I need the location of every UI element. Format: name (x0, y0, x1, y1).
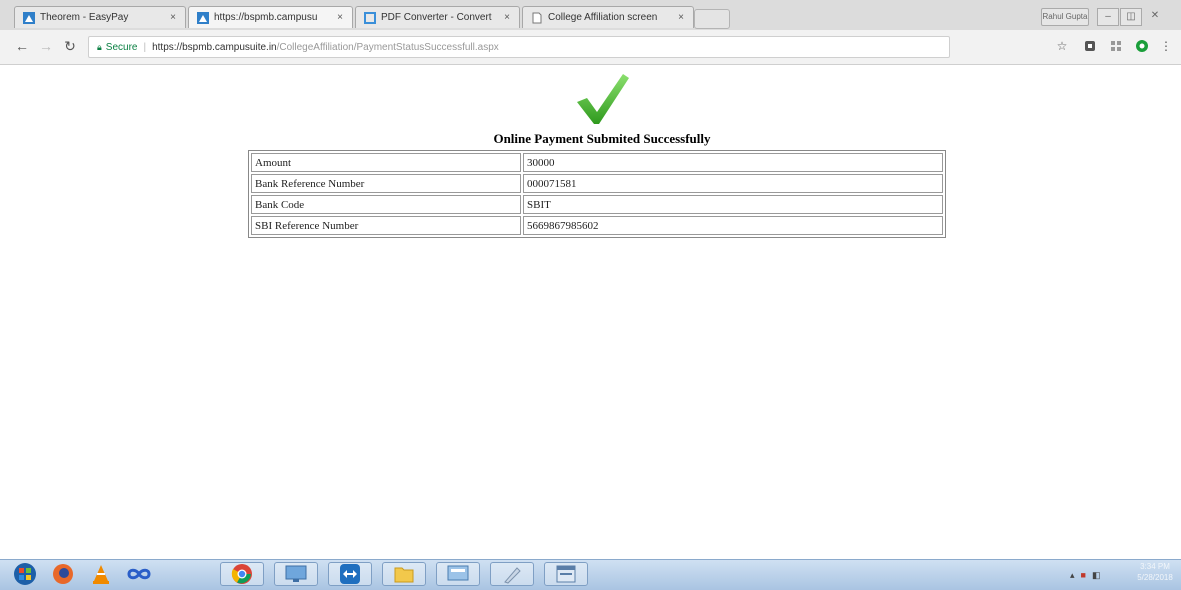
network-icon[interactable]: ■ (1081, 570, 1086, 580)
bookmark-star-icon[interactable]: ☆ (1052, 36, 1072, 56)
paint-icon[interactable] (490, 562, 534, 586)
tab-bspmb-campusuite[interactable]: https://bspmb.campusu × (188, 6, 353, 28)
url-path: /CollegeAffiliation/PaymentStatusSuccess… (276, 41, 499, 53)
browser-tab-strip: Theorem - EasyPay × https://bspmb.campus… (0, 0, 1181, 30)
table-row: SBI Reference Number 5669867985602 (251, 216, 943, 235)
campussuite-icon (23, 11, 35, 24)
desktop-app-icon[interactable] (436, 562, 480, 586)
reload-icon[interactable]: ↻ (60, 38, 80, 55)
row-value: SBIT (523, 195, 943, 214)
row-value: 30000 (523, 153, 943, 172)
infinity-icon[interactable] (122, 562, 156, 586)
tab-label: https://bspmb.campusu (214, 12, 318, 23)
row-label: Bank Code (251, 195, 521, 214)
tab-close-icon[interactable]: × (675, 12, 687, 23)
pdf-converter-icon (364, 11, 376, 24)
url-host: https://bspmb.campusuite.in (152, 41, 277, 53)
divider: | (143, 41, 147, 53)
row-label: Amount (251, 153, 521, 172)
campussuite-icon (197, 11, 209, 24)
clock-date: 5/28/2018 (1137, 573, 1173, 582)
address-bar[interactable]: 🔒︎ Secure | https://bspmb.campusuite.in /… (88, 36, 950, 58)
window-app-icon[interactable] (544, 562, 588, 586)
page-title: Online Payment Submited Successfully (493, 131, 711, 146)
security-label: Secure (105, 41, 138, 53)
table-row: Amount 30000 (251, 153, 943, 172)
firefox-icon[interactable] (46, 562, 80, 586)
tab-close-icon[interactable]: × (167, 12, 179, 23)
tab-label: College Affiliation screen (548, 12, 658, 23)
close-window-icon[interactable]: ✕ (1145, 8, 1165, 24)
file-explorer-icon[interactable] (382, 562, 426, 586)
tab-close-icon[interactable]: × (501, 12, 513, 23)
minimize-icon[interactable]: – (1097, 8, 1119, 26)
volume-icon[interactable]: ◧ (1092, 570, 1101, 581)
row-label: SBI Reference Number (251, 216, 521, 235)
success-checkmark-icon (577, 74, 629, 124)
back-icon[interactable]: ← (12, 38, 32, 54)
document-icon (531, 12, 543, 24)
menu-kebab-icon[interactable]: ⋮ (1156, 36, 1176, 56)
extension-icon[interactable] (1080, 36, 1100, 56)
forward-icon[interactable]: → (36, 38, 56, 54)
remote-desktop-icon[interactable] (274, 562, 318, 586)
tab-label: Theorem - EasyPay (40, 12, 129, 23)
show-hidden-icons-icon[interactable]: ▴ (1070, 570, 1075, 581)
new-tab-button[interactable] (694, 9, 730, 29)
start-orb-icon[interactable] (8, 562, 42, 586)
payment-details-table: Amount 30000 Bank Reference Number 00007… (248, 150, 946, 238)
maximize-icon[interactable]: ◫ (1120, 8, 1142, 26)
tab-close-icon[interactable]: × (334, 12, 346, 23)
tab-theorem-easypay[interactable]: Theorem - EasyPay × (14, 6, 186, 28)
table-row: Bank Code SBIT (251, 195, 943, 214)
windows-taskbar (0, 559, 1181, 590)
system-tray: ▴ ■ ◧ (1070, 566, 1130, 584)
extension-green-icon[interactable] (1132, 36, 1152, 56)
system-clock[interactable]: 3:34 PM 5/28/2018 (1132, 561, 1178, 583)
tab-pdf-converter[interactable]: PDF Converter - Convert × (355, 6, 520, 28)
vlc-icon[interactable] (84, 562, 118, 586)
lock-icon: 🔒︎ (97, 41, 102, 52)
chrome-icon[interactable] (220, 562, 264, 586)
clock-time: 3:34 PM (1140, 562, 1170, 571)
row-value: 5669867985602 (523, 216, 943, 235)
teamviewer-icon[interactable] (328, 562, 372, 586)
tab-college-affiliation[interactable]: College Affiliation screen × (522, 6, 694, 28)
profile-button[interactable]: Rahul Gupta (1041, 8, 1089, 26)
table-row: Bank Reference Number 000071581 (251, 174, 943, 193)
extension-grid-icon[interactable] (1106, 36, 1126, 56)
row-value: 000071581 (523, 174, 943, 193)
tab-label: PDF Converter - Convert (381, 12, 492, 23)
row-label: Bank Reference Number (251, 174, 521, 193)
